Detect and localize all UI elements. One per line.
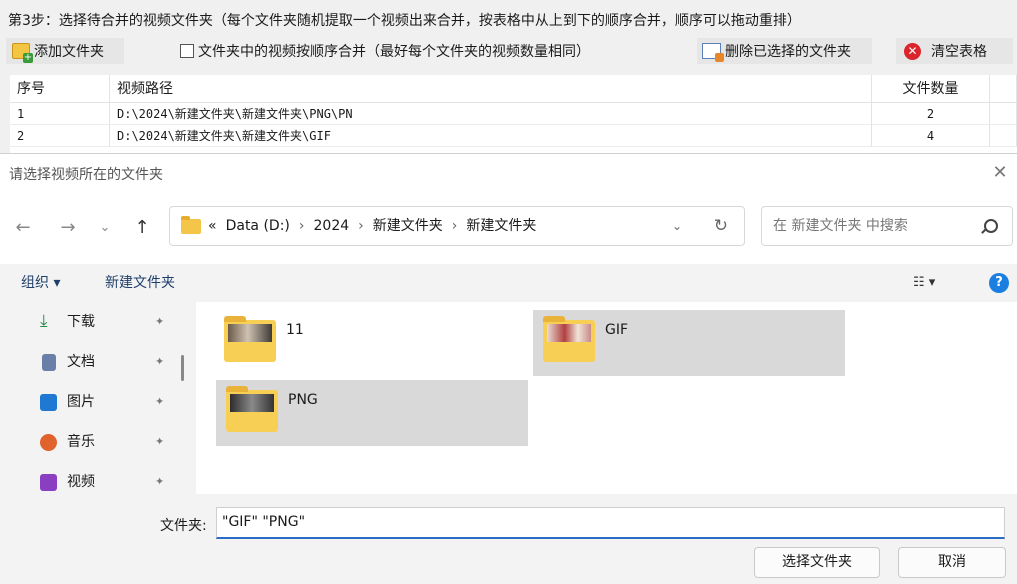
video-icon [40,474,57,491]
col-header-empty [990,75,1017,103]
breadcrumb-drive[interactable]: Data (D:) [226,207,290,245]
delete-selected-button[interactable]: 删除已选择的文件夹 [697,38,872,64]
row-filler [990,125,1017,147]
nav-item-label: 图片 [67,394,95,410]
col-header-count[interactable]: 文件数量 [872,75,990,103]
nav-item-downloads[interactable]: ⤓ 下载 ✦ [40,307,180,337]
add-folder-label: 添加文件夹 [34,44,104,60]
dialog-footer: 文件夹: "GIF" "PNG" 选择文件夹 取消 [0,494,1017,584]
col-header-path[interactable]: 视频路径 [110,75,872,103]
cancel-button[interactable]: 取消 [898,547,1006,578]
table-header: 序号 视频路径 文件数量 [10,75,1017,103]
row-count: 4 [872,125,990,147]
add-folder-button[interactable]: 添加文件夹 [6,38,124,64]
back-arrow-icon[interactable]: ← [10,215,36,241]
folder-item-11[interactable]: 11 [214,310,526,376]
refresh-icon[interactable]: ↻ [714,207,728,245]
row-index: 1 [10,103,110,125]
merge-app-window: 第3步：选择待合并的视频文件夹（每个文件夹随机提取一个视频出来合并，按表格中从上… [0,0,1017,153]
row-count: 2 [872,103,990,125]
breadcrumb-new-folder-current[interactable]: 新建文件夹 [466,207,536,245]
pin-icon[interactable]: ✦ [155,347,164,377]
nav-item-label: 下载 [67,314,95,330]
pin-icon[interactable]: ✦ [155,467,164,494]
dialog-title: 请选择视频所在的文件夹 [9,167,163,183]
recent-locations-chevron-icon[interactable]: ⌄ [92,215,118,241]
folder-item-png[interactable]: PNG [216,380,528,446]
breadcrumb-separator[interactable]: › [452,207,458,245]
file-list: 11 GIF PNG [196,302,1017,494]
folder-name: 11 [286,322,304,338]
dialog-titlebar: 请选择视频所在的文件夹 ✕ [0,154,1017,192]
row-path: D:\2024\新建文件夹\新建文件夹\GIF [110,125,872,147]
breadcrumb-overflow[interactable]: « [208,207,217,245]
breadcrumb-separator[interactable]: › [299,207,305,245]
clear-icon: ✕ [904,42,921,60]
sequential-merge-checkbox[interactable]: 文件夹中的视频按顺序合并（最好每个文件夹的视频数量相同） [180,38,590,64]
step-title: 第3步：选择待合并的视频文件夹（每个文件夹随机提取一个视频出来合并，按表格中从上… [8,13,801,29]
folder-icon [224,316,276,362]
table-row[interactable]: 2 D:\2024\新建文件夹\新建文件夹\GIF 4 [10,125,1017,147]
search-placeholder: 在 新建文件夹 中搜索 [773,218,908,234]
toolbar: 添加文件夹 文件夹中的视频按顺序合并（最好每个文件夹的视频数量相同） 删除已选择… [0,36,1017,66]
row-filler [990,103,1017,125]
close-icon[interactable]: ✕ [987,160,1013,186]
nav-item-label: 视频 [67,474,95,490]
nav-item-music[interactable]: 音乐 ✦ [40,427,180,457]
music-icon [40,434,57,451]
folder-icon [226,386,278,432]
row-path: D:\2024\新建文件夹\新建文件夹\PNG\PN [110,103,872,125]
help-icon[interactable]: ? [989,273,1009,293]
sequential-merge-label: 文件夹中的视频按顺序合并（最好每个文件夹的视频数量相同） [198,44,590,60]
navigation-pane: ⤓ 下载 ✦ 文档 ✦ 图片 ✦ 音乐 ✦ 视频 ✦ [0,302,190,494]
pin-icon[interactable]: ✦ [155,427,164,457]
checkbox-box[interactable] [180,44,194,58]
document-icon [42,354,56,371]
delete-folder-icon [702,43,724,62]
folder-name-input[interactable]: "GIF" "PNG" [216,507,1005,539]
chevron-down-icon[interactable]: ⌄ [672,207,682,245]
view-options-icon[interactable]: ☷ ▾ [913,275,935,290]
nav-item-videos[interactable]: 视频 ✦ [40,467,180,494]
command-bar: 组织 ▾ 新建文件夹 ☷ ▾ ? [0,264,1017,302]
pin-icon[interactable]: ✦ [155,387,164,417]
folder-icon [181,216,201,234]
breadcrumb-new-folder-parent[interactable]: 新建文件夹 [373,207,443,245]
select-folder-button[interactable]: 选择文件夹 [754,547,880,578]
up-arrow-icon[interactable]: ↑ [129,215,155,241]
table-row[interactable]: 1 D:\2024\新建文件夹\新建文件夹\PNG\PN 2 [10,103,1017,125]
breadcrumb: « Data (D:) › 2024 › 新建文件夹 › 新建文件夹 [208,207,536,245]
search-input[interactable]: 在 新建文件夹 中搜索 [761,206,1013,246]
navigation-bar: ← → ⌄ ↑ « Data (D:) › 2024 › 新建文件夹 › 新建文… [0,192,1017,264]
delete-selected-label: 删除已选择的文件夹 [725,44,851,60]
folder-table: 序号 视频路径 文件数量 1 D:\2024\新建文件夹\新建文件夹\PNG\P… [10,75,1017,153]
organize-menu[interactable]: 组织 ▾ [21,264,60,302]
breadcrumb-2024[interactable]: 2024 [314,207,350,245]
new-folder-button[interactable]: 新建文件夹 [105,264,175,302]
folder-icon [543,316,595,362]
col-header-index[interactable]: 序号 [10,75,110,103]
add-folder-icon [12,43,33,63]
row-index: 2 [10,125,110,147]
clear-table-label: 清空表格 [931,44,987,60]
nav-scrollbar[interactable] [181,355,184,381]
nav-item-label: 文档 [67,354,95,370]
nav-item-documents[interactable]: 文档 ✦ [40,347,180,377]
folder-name-label: 文件夹: [160,518,207,534]
folder-picker-dialog: 请选择视频所在的文件夹 ✕ ← → ⌄ ↑ « Data (D:) › 2024… [0,153,1017,584]
folder-name: PNG [288,392,318,408]
address-bar[interactable]: « Data (D:) › 2024 › 新建文件夹 › 新建文件夹 ⌄ ↻ [169,206,745,246]
nav-item-label: 音乐 [67,434,95,450]
folder-name: GIF [605,322,629,338]
folder-item-gif[interactable]: GIF [533,310,845,376]
nav-item-pictures[interactable]: 图片 ✦ [40,387,180,417]
pictures-icon [40,394,57,411]
download-icon: ⤓ [40,311,48,331]
pin-icon[interactable]: ✦ [155,307,164,337]
clear-table-button[interactable]: ✕ 清空表格 [896,38,1013,64]
forward-arrow-icon[interactable]: → [55,215,81,241]
search-icon [984,219,998,233]
breadcrumb-separator[interactable]: › [358,207,364,245]
